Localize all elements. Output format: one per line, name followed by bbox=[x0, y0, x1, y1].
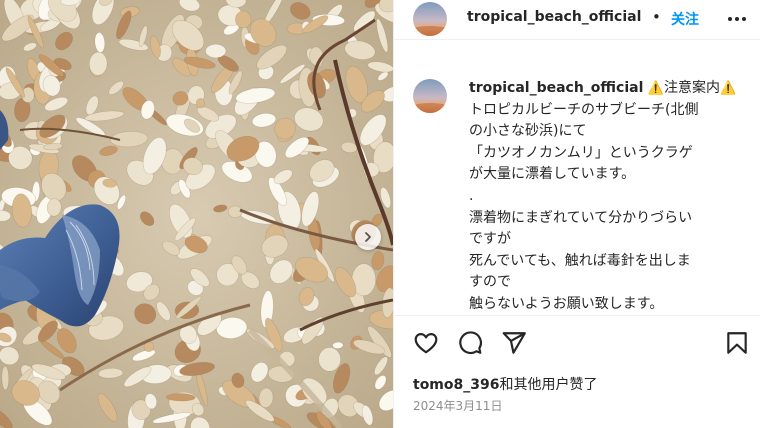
beach-photo-image bbox=[0, 0, 393, 428]
send-icon bbox=[502, 332, 526, 354]
more-horizontal-icon bbox=[728, 17, 732, 21]
post-header: tropical_beach_official • 关注 bbox=[394, 0, 760, 40]
caption-line: 漂着物にまぎれていて分かりづらい bbox=[469, 209, 693, 226]
warning-icon: ⚠️ bbox=[720, 81, 737, 96]
save-button[interactable] bbox=[723, 329, 751, 357]
more-dot bbox=[735, 17, 739, 21]
caption-avatar[interactable] bbox=[413, 79, 447, 113]
more-options-button[interactable] bbox=[726, 10, 748, 28]
liker-username[interactable]: tomo8_396 bbox=[413, 377, 499, 393]
likes-summary: tomo8_396和其他用户赞了 bbox=[413, 374, 597, 394]
next-image-button[interactable] bbox=[355, 224, 381, 250]
heart-icon bbox=[414, 333, 438, 354]
caption-area: tropical_beach_official ⚠️注意案内⚠️ トロピカルビー… bbox=[394, 72, 760, 312]
caption-line: 「カツオノカンムリ」というクラゲ bbox=[469, 144, 693, 161]
caption-line: トロピカルビーチのサブビーチ(北側 bbox=[469, 101, 699, 118]
caption-first-line: tropical_beach_official ⚠️注意案内⚠️ bbox=[469, 78, 754, 100]
post-photo[interactable] bbox=[0, 0, 393, 428]
warning-icon: ⚠️ bbox=[647, 81, 665, 96]
sunset-avatar-image bbox=[413, 2, 447, 36]
comment-button[interactable] bbox=[456, 329, 484, 357]
sunset-avatar-image bbox=[413, 79, 447, 113]
caption-line: . bbox=[469, 187, 474, 204]
divider bbox=[394, 315, 760, 316]
more-dot bbox=[742, 17, 746, 21]
post-username[interactable]: tropical_beach_official bbox=[467, 9, 641, 25]
caption-line: すので bbox=[469, 274, 511, 291]
bookmark-icon bbox=[727, 332, 747, 354]
caption-line: 触らないようお願い致します。 bbox=[469, 295, 664, 312]
caption-line: の小さな砂浜)にて bbox=[469, 123, 587, 140]
post-actions bbox=[394, 325, 760, 359]
caption-title: 注意案内 bbox=[664, 80, 721, 96]
chevron-right-icon bbox=[365, 232, 371, 242]
post-caption: tropical_beach_official ⚠️注意案内⚠️ トロピカルビー… bbox=[469, 78, 754, 316]
caption-line: が大量に漂着しています。 bbox=[469, 166, 636, 183]
share-button[interactable] bbox=[500, 329, 528, 357]
avatar[interactable] bbox=[413, 2, 447, 36]
caption-line: ですが bbox=[469, 231, 511, 248]
post-details-panel: tropical_beach_official • 关注 tropical_be… bbox=[393, 0, 760, 428]
caption-username[interactable]: tropical_beach_official bbox=[469, 80, 643, 96]
caption-line: 死んでいても、触れば毒針を出しま bbox=[469, 252, 691, 269]
comment-icon bbox=[459, 331, 482, 355]
follow-button[interactable]: 关注 bbox=[671, 9, 699, 29]
like-button[interactable] bbox=[412, 329, 440, 357]
separator-dot: • bbox=[652, 8, 661, 26]
likes-suffix[interactable]: 和其他用户赞了 bbox=[499, 377, 597, 393]
post-date: 2024年3月11日 bbox=[413, 399, 503, 413]
